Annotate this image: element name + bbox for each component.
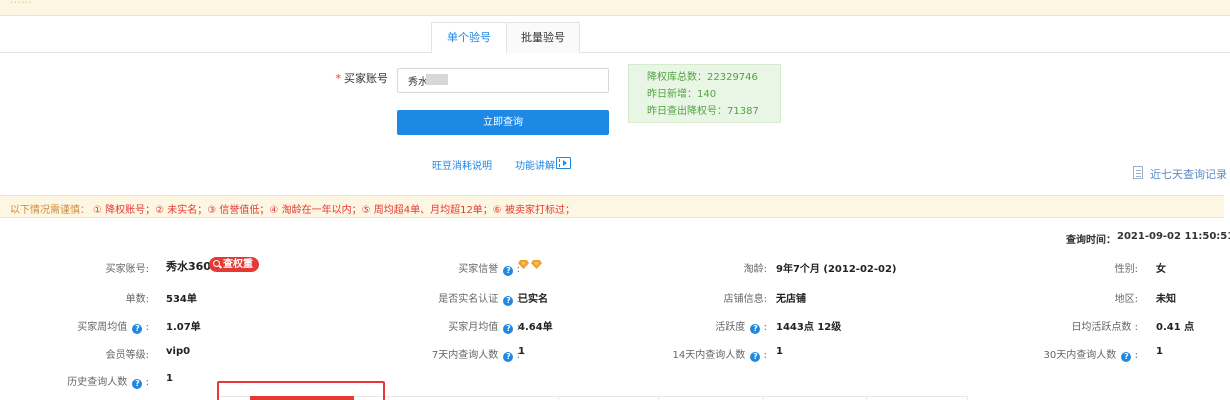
- tab-single-check[interactable]: 单个验号: [431, 22, 507, 53]
- q7-value: 1: [518, 346, 525, 357]
- help-icon[interactable]: ?: [503, 266, 514, 276]
- member-level-label: 会员等级:: [105, 350, 149, 361]
- help-icon[interactable]: ?: [750, 324, 761, 334]
- buyer-account-value: 秀水360: [166, 260, 211, 273]
- document-icon: [1133, 166, 1143, 179]
- activity-label: 活跃度 ? :: [715, 322, 767, 334]
- tabs-divider: [0, 52, 1230, 53]
- account-label: * 买家账号: [335, 72, 389, 85]
- masked-text: [426, 74, 448, 85]
- top-notice-bar: ……: [0, 0, 1230, 16]
- shop-info-label: 店铺信息:: [723, 294, 767, 305]
- gender-label: 性别:: [1114, 264, 1138, 275]
- diamond-icon: [531, 260, 542, 269]
- order-count-value: 534单: [166, 294, 197, 305]
- help-icon[interactable]: ?: [750, 352, 761, 362]
- member-level-value: vip0: [166, 346, 191, 357]
- region-value: 未知: [1156, 294, 1176, 305]
- buyer-account-label: 买家账号:: [105, 264, 149, 275]
- monthly-avg-value: 4.64单: [518, 322, 553, 333]
- real-name-label: 是否实名认证 ? :: [438, 294, 520, 306]
- q30-label: 30天内查询人数 ? :: [1043, 350, 1138, 362]
- tab-batch-check[interactable]: 批量验号: [506, 22, 580, 53]
- weekly-avg-label: 买家周均值 ? :: [77, 322, 149, 334]
- activity-value: 1443点 12级: [776, 322, 842, 333]
- stat-yesterday-found: 昨日查出降权号：71387: [647, 106, 759, 117]
- bean-usage-link[interactable]: 旺豆消耗说明: [432, 157, 492, 172]
- monthly-avg-label: 买家月均值 ? :: [448, 322, 520, 334]
- warning-bar: 以下情况需谨慎： ① 降权账号；② 未实名；③ 信誉值低；④ 淘龄在一年以内；⑤…: [0, 195, 1224, 218]
- taobao-age-value: 9年7个月 (2012-02-02): [776, 264, 897, 275]
- q14-value: 1: [776, 346, 783, 357]
- daily-activity-label: 日均活跃点数 :: [1071, 322, 1138, 333]
- q14-label: 14天内查询人数 ? :: [672, 350, 767, 362]
- taobao-age-label: 淘龄:: [743, 264, 767, 275]
- warning-lead: 以下情况需谨慎：: [10, 205, 90, 216]
- help-icon[interactable]: ?: [503, 324, 514, 334]
- help-icon[interactable]: ?: [132, 379, 143, 389]
- history-label: 历史查询人数 ? :: [67, 377, 149, 389]
- history-value: 1: [166, 373, 173, 384]
- warning-items: ① 降权账号；② 未实名；③ 信誉值低；④ 淘龄在一年以内；⑤ 周均超4单、月均…: [93, 205, 575, 216]
- query-button[interactable]: 立即查询: [397, 110, 609, 135]
- check-weight-button[interactable]: 查权重: [209, 257, 259, 272]
- stat-total: 降权库总数：22329746: [647, 72, 758, 83]
- help-icon[interactable]: ?: [503, 296, 514, 306]
- help-icon[interactable]: ?: [1121, 352, 1132, 362]
- recent-records-link[interactable]: 近七天查询记录: [1150, 166, 1227, 182]
- help-icon[interactable]: ?: [132, 324, 143, 334]
- search-icon: [213, 260, 220, 267]
- gender-value: 女: [1156, 264, 1166, 275]
- q7-label: 7天内查询人数 ? :: [431, 350, 520, 362]
- help-icon[interactable]: ?: [503, 352, 514, 362]
- weekly-avg-value: 1.07单: [166, 322, 201, 333]
- query-time-value: 2021-09-02 11:50:51: [1117, 231, 1230, 242]
- buyer-credit-label: 买家信誉 ? :: [458, 264, 520, 276]
- query-time-label: 查询时间：: [1066, 235, 1116, 246]
- stats-box: 降权库总数：22329746 昨日新增：140 昨日查出降权号：71387: [628, 64, 781, 123]
- shop-info-value: 无店铺: [776, 294, 806, 305]
- q30-value: 1: [1156, 346, 1163, 357]
- region-label: 地区:: [1114, 294, 1138, 305]
- feature-explain-link[interactable]: 功能讲解: [515, 157, 555, 172]
- real-name-value: 已实名: [518, 294, 548, 305]
- daily-activity-value: 0.41 点: [1156, 322, 1195, 333]
- top-notice-text: ……: [10, 0, 32, 6]
- highlight-box: [217, 381, 385, 400]
- stat-yesterday-new: 昨日新增：140: [647, 89, 717, 100]
- order-count-label: 单数:: [125, 294, 149, 305]
- video-icon[interactable]: [556, 157, 571, 169]
